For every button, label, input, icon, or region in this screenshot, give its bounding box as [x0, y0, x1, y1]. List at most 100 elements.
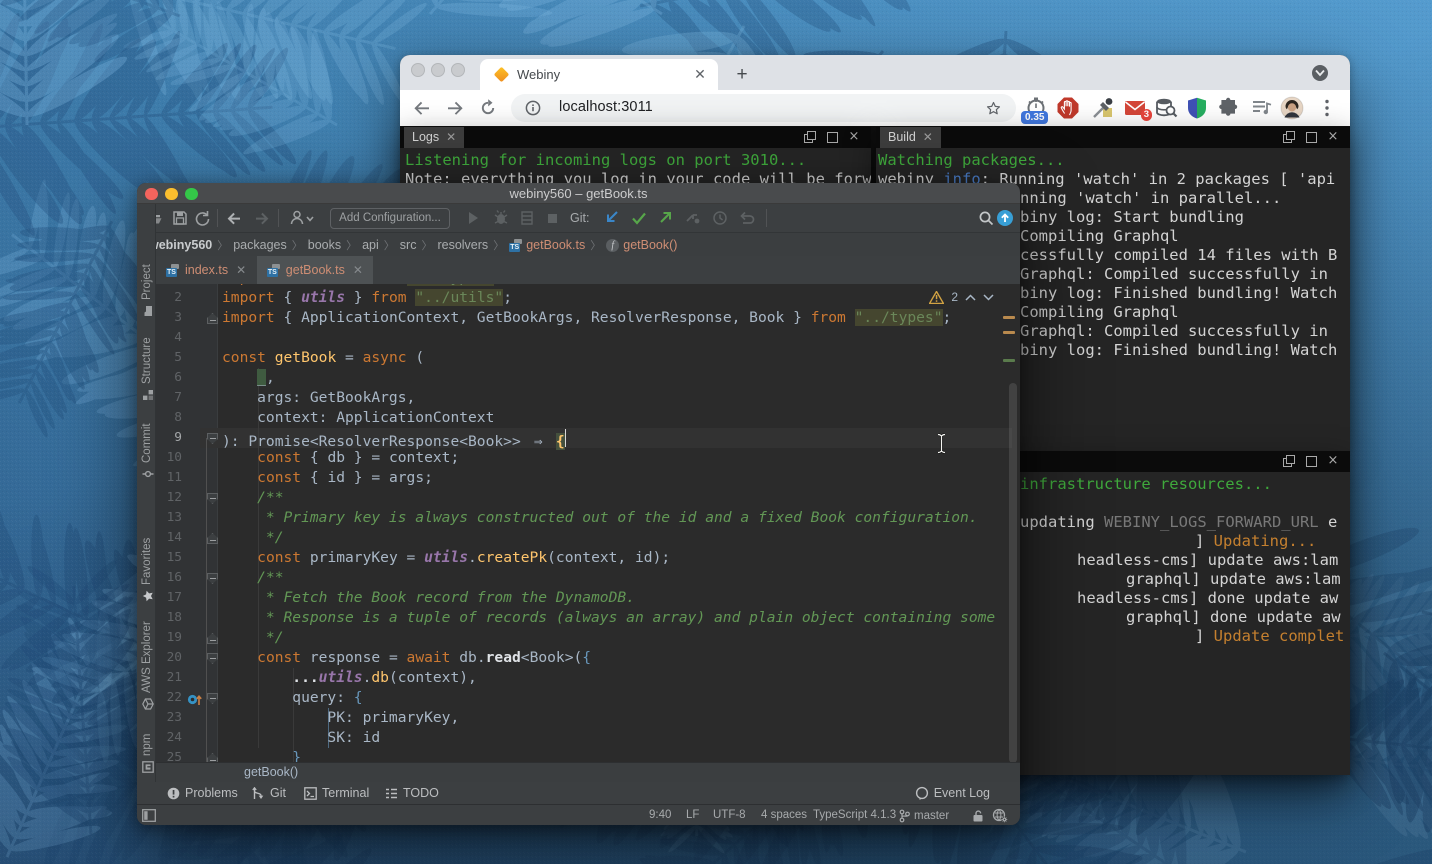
inspections-widget[interactable]: 2 — [929, 290, 994, 304]
save-icon[interactable] — [171, 204, 189, 232]
breadcrumb-item[interactable]: packages — [233, 238, 287, 252]
fold-marker-down[interactable] — [207, 573, 218, 584]
highlighting-level-icon[interactable] — [992, 808, 1008, 823]
cherry-pick-icon[interactable] — [682, 204, 704, 232]
toolwindow-button-problems[interactable]: Problems — [167, 782, 238, 804]
browser-minimize-button[interactable] — [431, 63, 445, 77]
ide-update-notification[interactable] — [997, 210, 1013, 226]
breadcrumb-item[interactable]: api — [362, 238, 379, 252]
new-tab-button[interactable]: + — [730, 63, 754, 87]
stripe-item-npm[interactable]: npm — [137, 734, 156, 773]
user-dropdown-icon[interactable] — [287, 204, 317, 232]
fold-marker-up[interactable] — [207, 313, 218, 324]
float-window-icon[interactable] — [804, 131, 816, 143]
status-item[interactable]: 9:40 — [649, 809, 671, 821]
git-commit-icon[interactable] — [628, 204, 650, 232]
breadcrumb-item[interactable]: resolvers — [437, 238, 488, 252]
fold-marker-up[interactable] — [207, 633, 218, 644]
tab-close-icon[interactable]: ✕ — [692, 66, 708, 82]
browser-tab[interactable]: Webiny ✕ — [480, 59, 718, 90]
breadcrumb-item[interactable]: books — [308, 238, 341, 252]
stripe-item-aws-explorer[interactable]: AWS Explorer — [137, 621, 156, 710]
logs-panel-tab[interactable]: Logs✕ — [404, 127, 464, 148]
maximize-window-icon[interactable] — [1305, 131, 1317, 143]
status-item[interactable]: 4 spaces — [761, 809, 807, 821]
git-update-icon[interactable] — [601, 204, 623, 232]
browser-menu-icon[interactable] — [1315, 96, 1339, 120]
add-configuration-button[interactable]: Add Configuration... — [330, 208, 450, 229]
coverage-button[interactable] — [518, 204, 536, 232]
extension-playlist-icon[interactable] — [1250, 96, 1274, 120]
stripe-item-commit[interactable]: Commit — [137, 423, 156, 480]
status-item[interactable]: LF — [686, 809, 699, 821]
rollback-icon[interactable] — [736, 204, 758, 232]
breadcrumb-item[interactable]: fgetBook() — [606, 238, 677, 252]
stop-button[interactable] — [543, 204, 561, 232]
editor-tab-getBook.ts[interactable]: TSgetBook.ts✕ — [257, 256, 373, 284]
lock-icon[interactable] — [972, 809, 984, 823]
bookmark-star-icon[interactable] — [985, 100, 1002, 117]
extension-shield-icon[interactable] — [1185, 96, 1209, 120]
extension-mail-icon[interactable]: 3 — [1123, 96, 1147, 120]
float-window-icon[interactable] — [1283, 131, 1295, 143]
address-bar[interactable]: localhost:3011 — [511, 94, 1016, 122]
extension-puzzle-icon[interactable] — [1217, 96, 1241, 120]
extension-eyedropper-icon[interactable] — [1091, 96, 1115, 120]
fold-marker-up[interactable] — [207, 533, 218, 544]
breadcrumb-item[interactable]: TSgetBook.ts — [509, 238, 585, 252]
forward-button[interactable] — [443, 96, 467, 120]
editor-tab-index.ts[interactable]: TSindex.ts✕ — [156, 256, 256, 284]
fold-marker-up[interactable] — [207, 753, 218, 762]
build-tab-close-icon[interactable]: ✕ — [923, 130, 933, 144]
navigate-forward-icon[interactable] — [252, 204, 272, 232]
info-stripe-mark[interactable] — [1003, 359, 1015, 362]
browser-zoom-button[interactable] — [451, 63, 465, 77]
avatar[interactable] — [1280, 96, 1304, 120]
maximize-window-icon[interactable] — [826, 131, 838, 143]
toolwindow-button-todo[interactable]: TODO — [385, 782, 439, 804]
site-info-icon[interactable] — [525, 100, 541, 116]
extension-stopwatch-icon[interactable]: 0.35 — [1024, 96, 1048, 120]
toolwindow-toggle-icon[interactable] — [142, 809, 156, 822]
tab-close-icon[interactable]: ✕ — [353, 263, 363, 277]
stripe-item-favorites[interactable]: Favorites — [137, 538, 156, 602]
tab-close-icon[interactable]: ✕ — [236, 263, 246, 277]
stripe-item-structure[interactable]: Structure — [137, 337, 156, 401]
warning-stripe-mark[interactable] — [1003, 316, 1015, 319]
member-breadcrumb[interactable]: getBook() — [244, 763, 298, 782]
search-everywhere-icon[interactable] — [975, 204, 997, 232]
reload-button[interactable] — [476, 96, 500, 120]
toolwindow-button-git[interactable]: Git — [252, 782, 286, 804]
tab-search-button[interactable] — [1312, 65, 1328, 81]
stripe-item-project[interactable]: Project — [137, 264, 156, 317]
browser-close-button[interactable] — [411, 63, 425, 77]
status-item[interactable]: UTF-8 — [713, 809, 746, 821]
status-item[interactable]: TypeScript 4.1.3 — [813, 809, 896, 821]
maximize-window-icon[interactable] — [1305, 455, 1317, 467]
editor[interactable]: import { Book } from "../types";2import … — [156, 284, 1020, 762]
toolwindow-button-terminal[interactable]: Terminal — [304, 782, 369, 804]
editor-scrollbar[interactable] — [1009, 383, 1017, 763]
build-panel-tab[interactable]: Build✕ — [880, 127, 941, 148]
close-window-icon[interactable]: × — [848, 131, 860, 143]
deploy-gutter-icon[interactable] — [187, 692, 203, 705]
git-push-icon[interactable] — [655, 204, 677, 232]
fold-marker-down[interactable] — [207, 433, 218, 444]
breadcrumb-item[interactable]: webiny560 — [149, 238, 212, 252]
back-button[interactable] — [410, 96, 434, 120]
run-button[interactable] — [464, 204, 482, 232]
close-window-icon[interactable]: × — [1327, 131, 1339, 143]
ide-titlebar[interactable]: webiny560 – getBook.ts — [137, 183, 1020, 204]
navigate-back-icon[interactable] — [224, 204, 244, 232]
breadcrumb-item[interactable]: src — [400, 238, 417, 252]
extension-database-search-icon[interactable] — [1154, 96, 1178, 120]
next-warning-icon[interactable] — [983, 294, 994, 301]
warning-stripe-mark[interactable] — [1003, 331, 1015, 334]
float-window-icon[interactable] — [1283, 455, 1295, 467]
debug-button[interactable] — [492, 204, 510, 232]
logs-tab-close-icon[interactable]: ✕ — [446, 130, 456, 144]
close-window-icon[interactable]: × — [1327, 455, 1339, 467]
fold-marker-down[interactable] — [207, 693, 218, 704]
git-branch-widget[interactable]: master — [899, 809, 949, 823]
history-icon[interactable] — [709, 204, 731, 232]
